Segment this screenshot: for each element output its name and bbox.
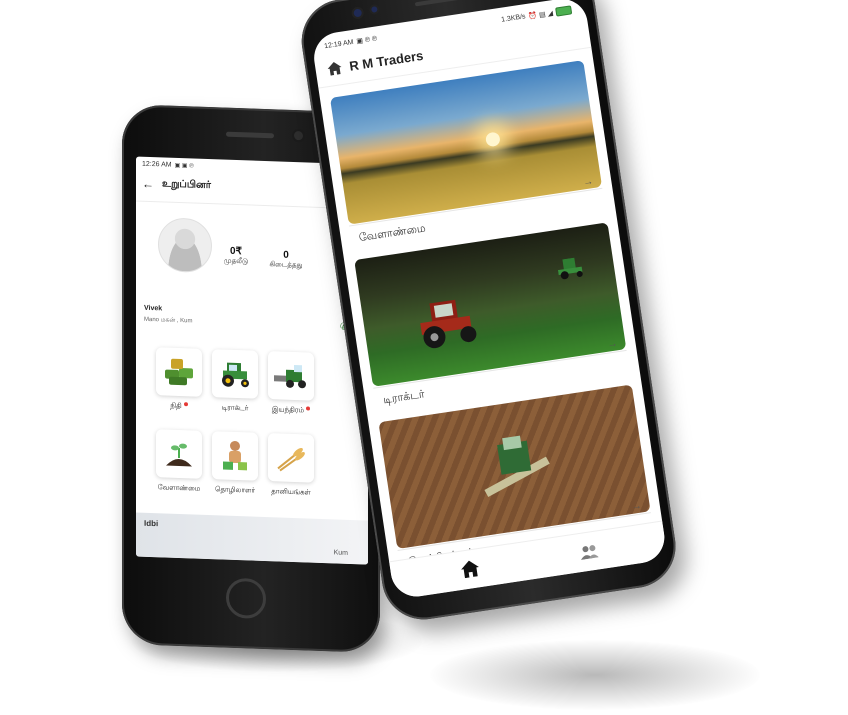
tractor-icon [557,257,583,280]
card-tractor-label: டிராக்டர் [382,388,426,407]
back-phone-camera [294,131,303,141]
back-arrow-icon[interactable]: ← [142,177,154,191]
sun-icon [484,131,501,148]
status-time: 12:26 AM [142,160,172,169]
wheat-icon [277,447,305,472]
arrow-right-icon[interactable]: → [607,338,619,350]
notification-dot [306,406,311,411]
tile-finance-text: நிதி [170,402,182,411]
page-title: உறுப்பினர் [162,178,211,192]
tile-agriculture[interactable] [156,429,202,479]
tile-tractor[interactable] [212,349,258,399]
harvester-icon [274,365,306,389]
home-icon[interactable] [327,61,343,76]
stat-received-value: 0 [283,249,289,261]
tile-tractor-label: டிராக்டர் [221,404,249,413]
card-agriculture-label: வேளாண்மை [358,222,427,245]
battery-icon [555,5,573,17]
tile-machine-label: இயந்திரம் [261,405,321,416]
bank-banner[interactable]: Idbi Kum [136,512,368,565]
tile-machine[interactable] [268,351,314,401]
tile-labour-label: தொழிலாளர் [215,486,255,495]
sunset-field-image [329,60,603,225]
money-bundle-icon [165,358,193,386]
farmer-icon [223,440,247,471]
signal-icons: ⏰ ▤ ◢ [528,9,554,21]
tile-labour[interactable] [212,431,258,481]
network-speed: 1.3KB/s [500,13,527,24]
header: ← உறுப்பினர் [142,177,211,193]
tile-finance-label: நிதி [149,401,209,412]
user-name: Vivek [144,304,163,313]
notification-icons: ▣ ℗ ℗ [356,35,378,46]
seedling-soil-icon [166,443,192,467]
app-bar: R M Traders [327,47,425,77]
tile-finance[interactable] [156,347,202,397]
app-title: R M Traders [348,47,425,74]
home-icon[interactable] [460,559,480,579]
arrow-right-icon[interactable]: → [631,500,643,512]
arrow-right-icon[interactable]: → [583,176,595,188]
status-bar: 12:26 AM ▣ ▣ ℗ [142,161,194,170]
avatar[interactable] [158,217,212,274]
tile-agriculture-label: வேளாண்மை [157,484,201,493]
status-bar: 12:19 AM ▣ ℗ ℗ [324,34,378,50]
user-location: Mano மகன் , Kum [144,316,193,325]
stat-invest-label: முதலீடு [223,257,249,266]
tile-machine-text: இயந்திரம் [271,406,305,415]
status-time: 12:19 AM [323,38,355,50]
notification-icons: ▣ ▣ ℗ [174,162,194,170]
tile-grains-label: தானியங்கள் [271,488,311,497]
home-button[interactable] [226,577,266,620]
tile-grains[interactable] [268,433,314,483]
harvester-icon [484,435,550,498]
notification-dot [183,402,188,407]
banner-sub: Kum [333,549,348,557]
banner-title: Idbi [144,518,159,529]
stat-received-label: கிடைத்தது [269,261,303,270]
tractor-icon [222,362,249,388]
status-right: 1.3KB/s ⏰ ▤ ◢ [501,5,573,24]
front-phone-shadow [430,640,760,710]
stat-received: 0 கிடைத்தது [256,249,316,271]
tractor-icon [420,299,477,349]
card-tractor[interactable]: → டிராக்டர் [354,222,631,416]
people-icon[interactable] [579,543,599,560]
card-agriculture[interactable]: → வேளாண்மை [329,60,607,254]
